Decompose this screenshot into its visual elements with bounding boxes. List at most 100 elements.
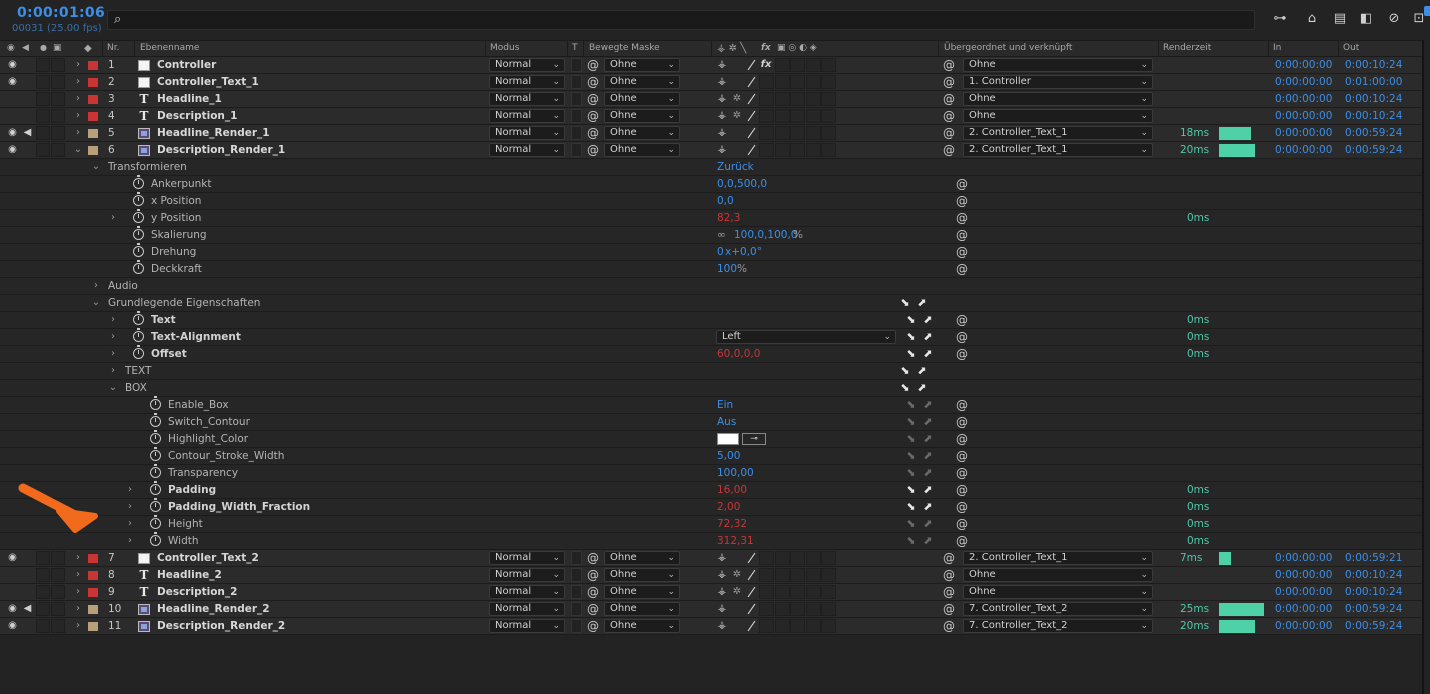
stopwatch-icon[interactable] (150, 498, 161, 512)
shy-switch-icon[interactable]: ⚶ (716, 618, 728, 634)
shy-switch-icon[interactable]: ⚶ (716, 108, 728, 124)
property-row[interactable]: › Padding 16,00 ⬊ ⬈ @0ms (0, 481, 1422, 499)
parent-pickwhip-icon[interactable]: @ (942, 74, 956, 90)
out-point[interactable]: 0:00:10:24 (1345, 57, 1402, 73)
pickwhip-up-icon[interactable]: ⬈ (921, 533, 935, 549)
pickwhip-down-icon[interactable]: ⬊ (904, 482, 918, 498)
fx-switch[interactable] (759, 602, 774, 616)
lock-switch[interactable] (51, 568, 65, 582)
property-row[interactable]: ⌄ BOX ⬊ ⬈ (0, 380, 1422, 397)
audio-speaker-icon[interactable]: ◀ (21, 125, 34, 141)
adjustment-switch[interactable] (806, 75, 821, 89)
3d-layer-switch[interactable] (821, 92, 836, 106)
preserve-transparency-toggle[interactable] (571, 92, 582, 106)
label-color-swatch[interactable] (88, 112, 98, 121)
mode-header[interactable]: Modus (490, 43, 519, 53)
parent-dropdown[interactable]: Ohne ⌄ (963, 568, 1153, 582)
quality-switch-icon[interactable] (744, 602, 758, 616)
twirl-toggle-icon[interactable]: › (108, 210, 118, 226)
twirl-toggle-icon[interactable]: › (125, 482, 135, 498)
parent-dropdown[interactable]: 7. Controller_Text_2 ⌄ (963, 602, 1153, 616)
property-row[interactable]: › Height 72,32 ⬊ ⬈ @0ms (0, 515, 1422, 533)
parent-dropdown[interactable]: 2. Controller_Text_1 ⌄ (963, 126, 1153, 140)
pickwhip-up-icon[interactable]: ⬈ (921, 448, 935, 464)
pickwhip-down-icon[interactable]: ⬊ (904, 397, 918, 413)
adjustment-switch[interactable] (806, 619, 821, 633)
track-matte-dropdown[interactable]: Ohne ⌄ (604, 92, 680, 106)
expression-pickwhip-icon[interactable]: @ (955, 261, 969, 277)
parent-pickwhip-icon[interactable]: @ (942, 601, 956, 617)
twirl-toggle-icon[interactable]: › (73, 91, 83, 107)
property-value[interactable]: Zurück (717, 159, 754, 175)
visibility-eye-icon[interactable]: ◉ (6, 74, 19, 90)
parent-pickwhip-icon[interactable]: @ (942, 57, 956, 73)
track-matte-dropdown[interactable]: Ohne ⌄ (604, 568, 680, 582)
property-value[interactable]: 72,32 (717, 516, 747, 532)
track-matte-dropdown[interactable]: Ohne ⌄ (604, 143, 680, 157)
lock-switch[interactable] (51, 126, 65, 140)
property-row[interactable]: Deckkraft 100% @ (0, 260, 1422, 278)
layer-row[interactable]: › 4 T Description_1 Normal ⌄ @ Ohne ⌄ ⚶ ✲ @ Ohne ⌄ 0:0… (0, 108, 1422, 125)
twirl-toggle-icon[interactable]: › (125, 499, 135, 515)
solo-switch[interactable] (36, 551, 50, 565)
expression-pickwhip-icon[interactable]: @ (955, 312, 969, 328)
parent-pickwhip-icon[interactable]: @ (942, 584, 956, 600)
pickwhip-up-icon[interactable]: ⬈ (921, 312, 935, 328)
twirl-toggle-icon[interactable]: › (91, 278, 101, 294)
label-color-swatch[interactable] (88, 129, 98, 138)
twirl-toggle-icon[interactable]: › (73, 125, 83, 141)
matte-pickwhip-icon[interactable]: @ (586, 125, 600, 141)
shy-switch-icon[interactable]: ⚶ (716, 584, 728, 600)
expression-pickwhip-icon[interactable]: @ (955, 244, 969, 260)
motion-blur-switch[interactable] (775, 109, 790, 123)
matte-pickwhip-icon[interactable]: @ (586, 550, 600, 566)
property-value[interactable]: 60,0,0,0 (717, 346, 760, 362)
mode-dropdown[interactable]: Normal ⌄ (489, 585, 565, 599)
lock-switch[interactable] (51, 58, 65, 72)
twirl-toggle-icon[interactable]: › (73, 108, 83, 124)
collapse-switch-icon[interactable]: ✲ (731, 567, 743, 583)
layer-row[interactable]: › 9 T Description_2 Normal ⌄ @ Ohne ⌄ ⚶ ✲ @ Ohne ⌄ 0:0… (0, 584, 1422, 601)
fx-switch[interactable] (759, 126, 774, 140)
twirl-toggle-icon[interactable]: › (125, 516, 135, 532)
3d-layer-switch[interactable] (821, 75, 836, 89)
layer-name[interactable]: Description_1 (157, 108, 237, 124)
quality-switch-icon[interactable] (744, 92, 758, 106)
lock-switch[interactable] (51, 602, 65, 616)
layer-name[interactable]: Controller (157, 57, 216, 73)
stopwatch-icon[interactable] (133, 192, 144, 206)
3d-layer-switch[interactable] (821, 109, 836, 123)
mode-dropdown[interactable]: Normal ⌄ (489, 602, 565, 616)
matte-pickwhip-icon[interactable]: @ (586, 142, 600, 158)
out-point[interactable]: 0:00:59:24 (1345, 125, 1402, 141)
adjustment-switch[interactable] (806, 585, 821, 599)
stopwatch-icon[interactable] (150, 464, 161, 478)
in-point[interactable]: 0:00:00:00 (1275, 601, 1332, 617)
layer-name[interactable]: Headline_1 (157, 91, 222, 107)
out-point[interactable]: 0:00:59:24 (1345, 618, 1402, 634)
pickwhip-up-icon[interactable]: ⬈ (921, 516, 935, 532)
property-value[interactable]: 5,00 (717, 448, 740, 464)
property-value[interactable]: 100 (717, 261, 737, 277)
layer-name[interactable]: Controller_Text_1 (157, 74, 259, 90)
in-point[interactable]: 0:00:00:00 (1275, 91, 1332, 107)
preserve-transparency-toggle[interactable] (571, 143, 582, 157)
track-matte-dropdown[interactable]: Ohne ⌄ (604, 619, 680, 633)
frame-blend-switch[interactable] (790, 568, 805, 582)
shy-switch-icon[interactable]: ⚶ (716, 550, 728, 566)
frame-blend-switch[interactable] (790, 143, 805, 157)
property-row[interactable]: Skalierung ∞ 100,0,100,0% @ (0, 226, 1422, 244)
label-color-swatch[interactable] (88, 571, 98, 580)
layer-row[interactable]: ◉ › 11 Description_Render_2 Normal ⌄ @ Ohne ⌄ ⚶ @7… (0, 618, 1422, 635)
lock-switch[interactable] (51, 143, 65, 157)
track-matte-header[interactable]: Bewegte Maske (589, 43, 660, 53)
solo-switch[interactable] (36, 109, 50, 123)
layer-name[interactable]: Description_Render_1 (157, 142, 285, 158)
property-row[interactable]: Drehung 0 x+0,0° @ (0, 243, 1422, 261)
in-point[interactable]: 0:00:00:00 (1275, 74, 1332, 90)
audio-speaker-icon[interactable]: ◀ (21, 601, 34, 617)
quality-switch-icon[interactable] (744, 109, 758, 123)
layer-name[interactable]: Headline_Render_1 (157, 125, 270, 141)
3d-layer-switch[interactable] (821, 619, 836, 633)
pickwhip-down-icon[interactable]: ⬊ (904, 312, 918, 328)
